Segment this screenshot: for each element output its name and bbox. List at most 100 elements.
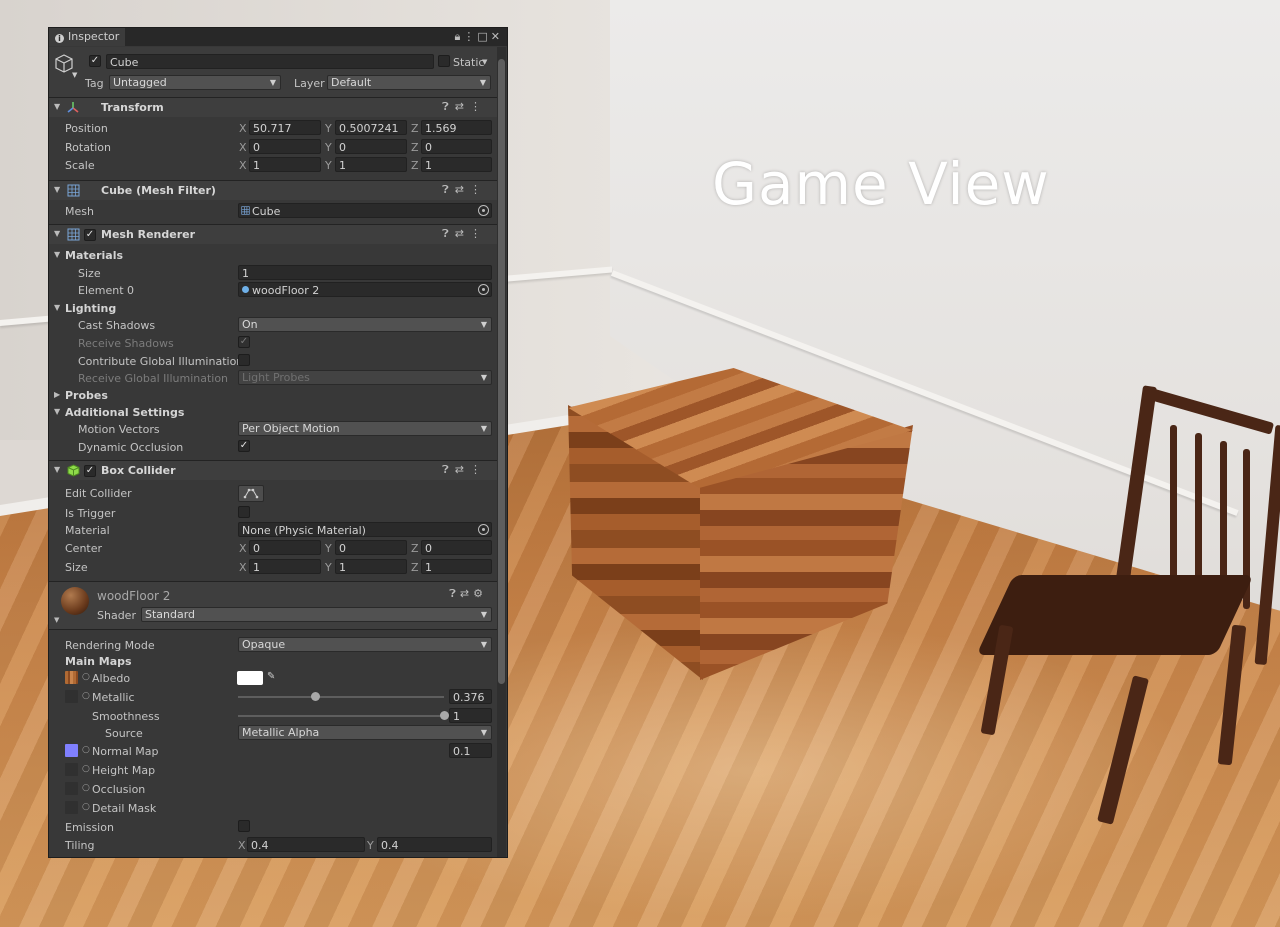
texture-picker-circle-icon[interactable]: ○ — [82, 783, 90, 793]
object-picker-icon[interactable] — [478, 205, 489, 216]
object-picker-icon[interactable] — [478, 524, 489, 535]
dynamic-occlusion-checkbox[interactable]: ✓ — [238, 440, 250, 452]
axis-y-label[interactable]: Y — [325, 561, 332, 574]
smoothness-slider-track[interactable] — [238, 715, 444, 717]
texture-picker-circle-icon[interactable]: ○ — [82, 745, 90, 755]
foldout-collapsed-icon[interactable]: ▶ — [54, 390, 60, 399]
foldout-icon[interactable]: ▼ — [54, 303, 60, 312]
active-checkbox[interactable]: ✓ — [89, 55, 101, 67]
maximize-icon[interactable]: □ — [477, 30, 490, 43]
mesh-renderer-header[interactable]: ▼ ✓ Mesh Renderer ❓︎⇄⋮ — [49, 224, 497, 244]
help-icon[interactable]: ❓︎ — [442, 100, 455, 113]
collider-material-field[interactable]: None (Physic Material) — [238, 522, 492, 537]
help-icon[interactable]: ❓︎ — [442, 183, 455, 196]
axis-z-label[interactable]: Z — [411, 122, 419, 135]
preset-icon[interactable]: ⇄ — [455, 100, 470, 113]
material-header[interactable]: woodFloor 2 Shader Standard ▼ ❓︎⇄⚙ ▼ — [49, 581, 497, 629]
inspector-panel[interactable]: i Inspector 🔒︎⋮□✕ ▼ ✓ Cube Static ▼ Tag U… — [48, 27, 508, 858]
texture-picker-circle-icon[interactable]: ○ — [82, 802, 90, 812]
center-z-field[interactable]: 0 — [421, 540, 492, 555]
transform-header[interactable]: ▼ Transform ❓︎⇄⋮ — [49, 97, 497, 117]
scale-y-field[interactable]: 1 — [335, 157, 407, 172]
tag-dropdown[interactable]: Untagged ▼ — [109, 75, 281, 90]
normal-map-scale-field[interactable]: 0.1 — [449, 743, 492, 758]
normal-map-texture-slot[interactable] — [65, 744, 78, 757]
texture-picker-circle-icon[interactable]: ○ — [82, 672, 90, 682]
metallic-texture-slot[interactable] — [65, 690, 78, 703]
chair-object[interactable] — [975, 385, 1280, 835]
axis-z-label[interactable]: Z — [411, 159, 419, 172]
object-picker-icon[interactable] — [478, 284, 489, 295]
materials-foldout[interactable]: ▼ Materials — [49, 247, 497, 264]
position-x-field[interactable]: 50.717 — [249, 120, 321, 135]
foldout-icon[interactable]: ▼ — [54, 250, 60, 259]
axis-y-label[interactable]: Y — [325, 542, 332, 555]
help-icon[interactable]: ❓︎ — [449, 587, 460, 600]
element0-object-field[interactable]: woodFloor 2 — [238, 282, 492, 297]
object-name-field[interactable]: Cube — [106, 54, 434, 69]
cast-shadows-dropdown[interactable]: On ▼ — [238, 317, 492, 332]
axis-x-label[interactable]: X — [239, 141, 247, 154]
axis-x-label[interactable]: X — [239, 122, 247, 135]
box-collider-header[interactable]: ▼ ✓ Box Collider ❓︎⇄⋮ — [49, 460, 497, 480]
close-icon[interactable]: ✕ — [491, 30, 503, 43]
collider-size-y-field[interactable]: 1 — [335, 559, 407, 574]
box-collider-enabled-checkbox[interactable]: ✓ — [84, 465, 96, 477]
mesh-renderer-enabled-checkbox[interactable]: ✓ — [84, 229, 96, 241]
vertical-scrollbar[interactable] — [497, 47, 506, 857]
static-checkbox[interactable] — [438, 55, 450, 67]
lighting-foldout[interactable]: ▼ Lighting — [49, 300, 497, 317]
probes-foldout[interactable]: ▶ Probes — [49, 387, 497, 404]
metallic-slider-track[interactable] — [238, 696, 444, 698]
axis-z-label[interactable]: Z — [411, 542, 419, 555]
layer-dropdown[interactable]: Default ▼ — [327, 75, 491, 90]
contribute-gi-checkbox[interactable] — [238, 354, 250, 366]
axis-z-label[interactable]: Z — [411, 561, 419, 574]
rotation-y-field[interactable]: 0 — [335, 139, 407, 154]
texture-picker-circle-icon[interactable]: ○ — [82, 691, 90, 701]
help-icon[interactable]: ❓︎ — [442, 227, 455, 240]
foldout-icon[interactable]: ▼ — [54, 407, 60, 416]
motion-vectors-dropdown[interactable]: Per Object Motion ▼ — [238, 421, 492, 436]
additional-settings-foldout[interactable]: ▼ Additional Settings — [49, 404, 497, 421]
center-x-field[interactable]: 0 — [249, 540, 321, 555]
help-icon[interactable]: ❓︎ — [442, 463, 455, 476]
rendering-mode-dropdown[interactable]: Opaque ▼ — [238, 637, 492, 652]
height-map-texture-slot[interactable] — [65, 763, 78, 776]
metallic-value-field[interactable]: 0.376 — [449, 689, 492, 704]
axis-y-label[interactable]: Y — [325, 122, 332, 135]
detail-mask-texture-slot[interactable] — [65, 801, 78, 814]
preset-icon[interactable]: ⇄ — [455, 227, 470, 240]
metallic-slider-knob[interactable] — [310, 692, 320, 701]
preset-icon[interactable]: ⇄ — [455, 183, 470, 196]
axis-y-label[interactable]: Y — [325, 141, 332, 154]
foldout-icon[interactable]: ▼ — [54, 229, 60, 238]
eyedropper-icon[interactable]: ✎ — [267, 671, 275, 682]
more-options-icon[interactable]: ⋮ — [463, 30, 477, 43]
menu-icon[interactable]: ⋮ — [470, 100, 487, 113]
edit-collider-button[interactable] — [238, 485, 264, 502]
tab-inspector[interactable]: i Inspector — [49, 28, 125, 46]
scale-z-field[interactable]: 1 — [421, 157, 492, 172]
tiling-y-field[interactable]: 0.4 — [377, 837, 492, 852]
settings-gear-icon[interactable]: ⚙ — [473, 587, 487, 600]
albedo-texture-slot[interactable] — [65, 671, 78, 684]
rotation-x-field[interactable]: 0 — [249, 139, 321, 154]
shader-dropdown[interactable]: Standard ▼ — [141, 607, 492, 622]
texture-picker-circle-icon[interactable]: ○ — [82, 764, 90, 774]
emission-checkbox[interactable] — [238, 820, 250, 832]
foldout-icon[interactable]: ▼ — [54, 616, 59, 624]
collider-size-x-field[interactable]: 1 — [249, 559, 321, 574]
foldout-icon[interactable]: ▼ — [54, 465, 60, 474]
foldout-icon[interactable]: ▼ — [54, 102, 60, 111]
preset-icon[interactable]: ⇄ — [460, 587, 473, 600]
preset-icon[interactable]: ⇄ — [455, 463, 470, 476]
icon-dropdown-arrow-icon[interactable]: ▼ — [72, 71, 77, 79]
scrollbar-thumb[interactable] — [498, 59, 505, 684]
axis-x-label[interactable]: X — [239, 542, 247, 555]
scale-x-field[interactable]: 1 — [249, 157, 321, 172]
tiling-x-field[interactable]: 0.4 — [247, 837, 365, 852]
mesh-object-field[interactable]: Cube — [238, 203, 492, 218]
menu-icon[interactable]: ⋮ — [470, 227, 487, 240]
is-trigger-checkbox[interactable] — [238, 506, 250, 518]
